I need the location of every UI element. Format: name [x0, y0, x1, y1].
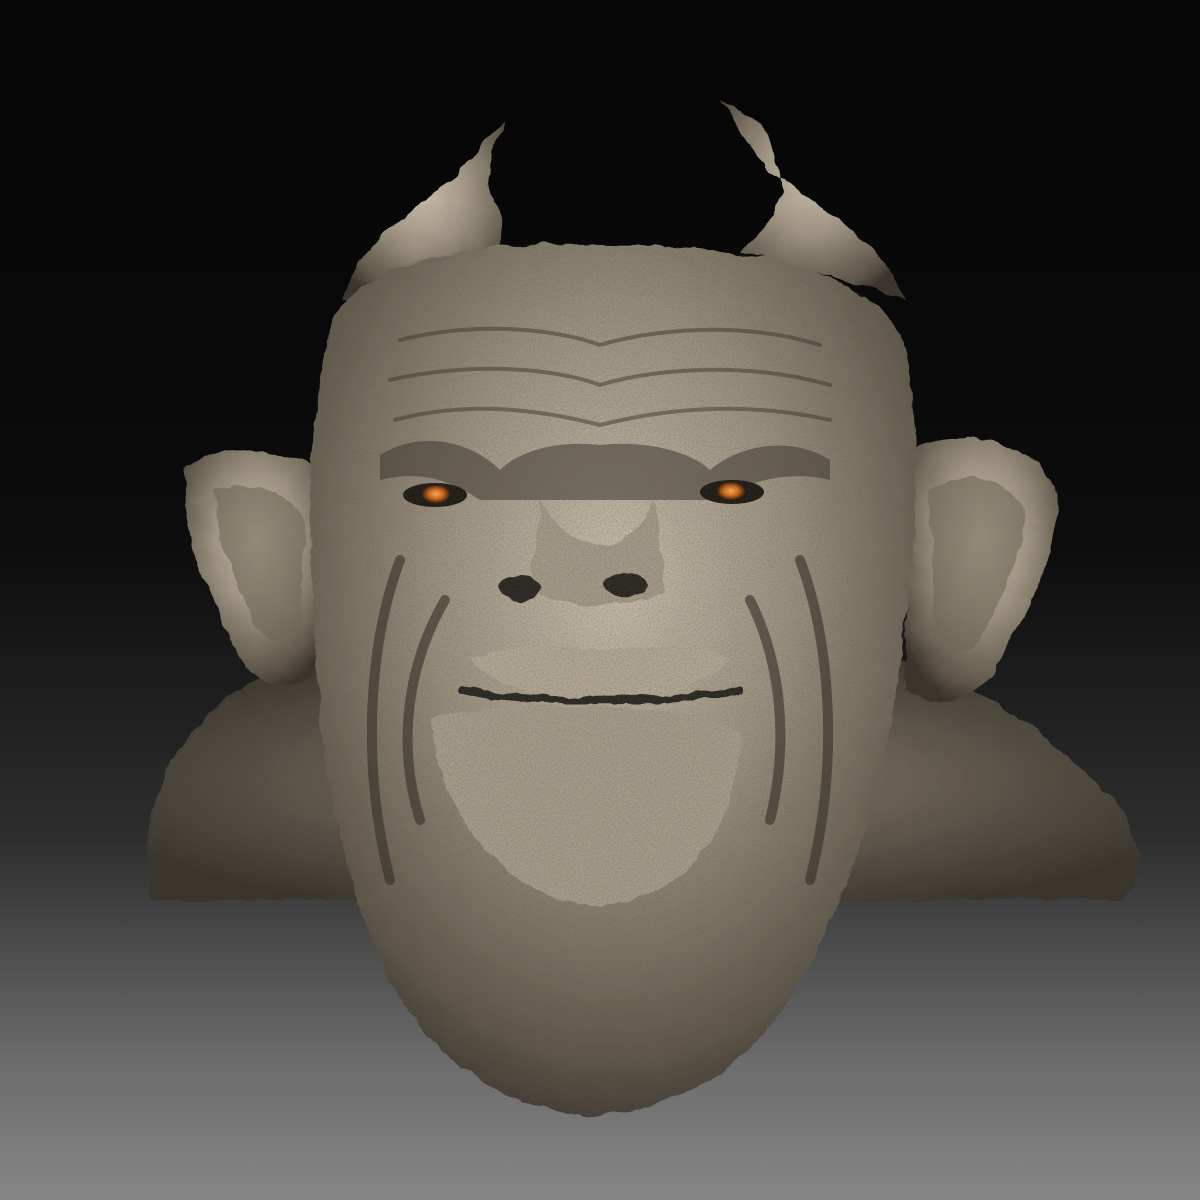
right-ear: [905, 438, 1060, 703]
creature-bust-render: [148, 100, 1139, 1115]
left-ear: [184, 451, 330, 686]
viewport-canvas: [0, 0, 1200, 1200]
